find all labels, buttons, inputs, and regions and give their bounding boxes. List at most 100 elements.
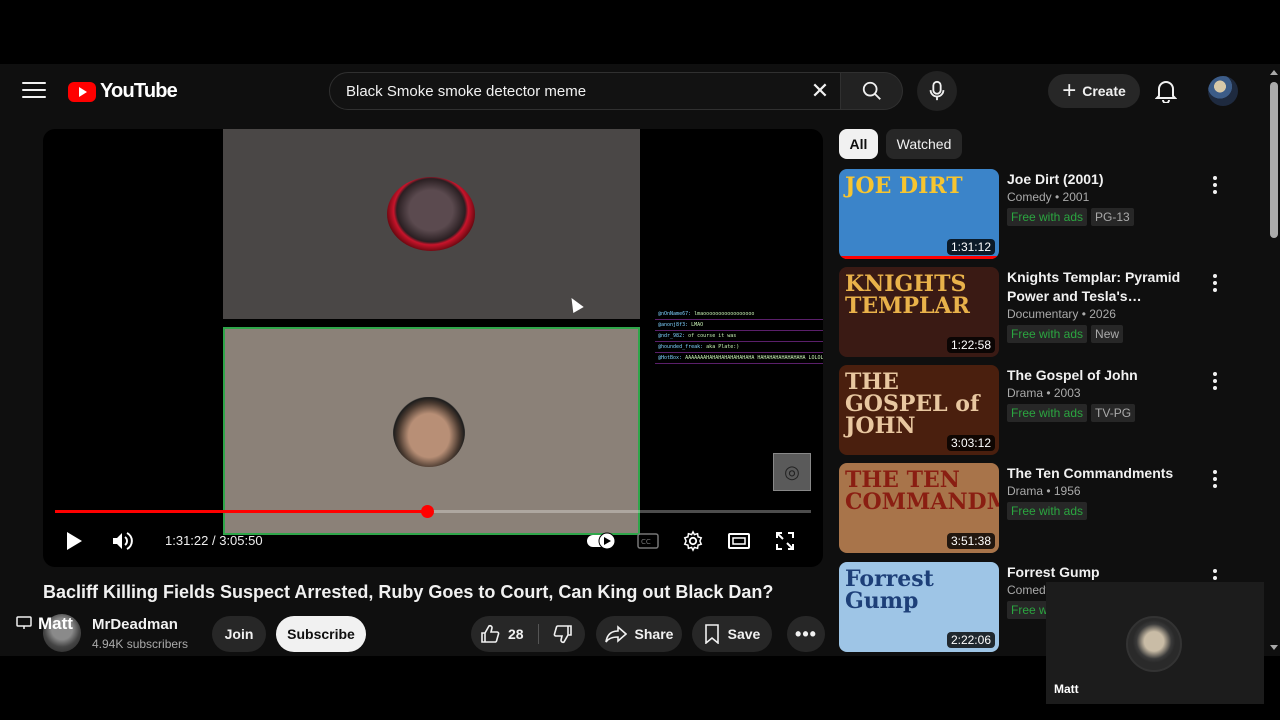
duration-badge: 3:51:38	[946, 533, 995, 549]
seek-bar-played	[55, 510, 427, 513]
page-scrollbar[interactable]	[1270, 70, 1278, 650]
like-divider	[538, 624, 539, 644]
video-thumbnail[interactable]: Forrest Gump 2:22:06	[839, 562, 999, 652]
youtube-play-icon	[68, 81, 96, 102]
stream-panel-top	[223, 129, 640, 319]
account-avatar[interactable]	[1208, 76, 1238, 106]
menu-icon[interactable]	[22, 82, 46, 100]
video-thumbnail[interactable]: THE TEN COMMANDMENTS 3:51:38	[839, 463, 999, 553]
streamer-webcam-bottom	[393, 397, 465, 467]
rating-badge: PG-13	[1091, 208, 1134, 226]
recommendation-item[interactable]: JOE DIRT 1:31:12 Joe Dirt (2001) Comedy • 2…	[839, 169, 1239, 261]
time-display: 1:31:22 / 3:05:50	[165, 533, 263, 548]
like-count: 28	[508, 626, 524, 642]
voice-search-button[interactable]	[917, 71, 957, 111]
volume-icon	[113, 532, 133, 550]
video-thumbnail[interactable]: JOE DIRT 1:31:12	[839, 169, 999, 259]
chat-message: @hounded_freak: aka Plate:)	[655, 342, 823, 353]
join-button[interactable]: Join	[212, 616, 266, 652]
search-button[interactable]	[841, 72, 903, 110]
like-button[interactable]: 28	[471, 616, 537, 652]
youtube-logo[interactable]: YouTube	[68, 80, 178, 103]
more-actions-button[interactable]: •••	[787, 616, 825, 652]
video-title: Bacliff Killing Fields Suspect Arrested,…	[43, 582, 774, 602]
captions-button[interactable]: CC	[635, 523, 661, 559]
theater-mode-button[interactable]	[725, 523, 753, 559]
channel-watermark-icon[interactable]: ◎	[773, 453, 811, 491]
rating-badge: TV-PG	[1091, 404, 1136, 422]
chat-text: LMAO	[691, 322, 704, 328]
create-label: Create	[1082, 83, 1126, 99]
clear-search-icon[interactable]: ✕	[800, 78, 840, 104]
autoplay-toggle[interactable]	[585, 523, 617, 559]
scroll-down-arrow[interactable]	[1270, 645, 1278, 650]
more-vertical-icon[interactable]	[1205, 467, 1225, 491]
chat-message: @ndr_982: of course it was	[655, 331, 823, 342]
chat-username: @hounded_freak:	[658, 344, 704, 350]
create-button[interactable]: + Create	[1048, 74, 1140, 108]
youtube-app: YouTube Black Smoke smoke detector meme …	[0, 64, 1280, 656]
save-label: Save	[727, 626, 761, 642]
chat-username: @HotBox:	[658, 355, 683, 361]
recommendation-item[interactable]: KNIGHTS TEMPLAR 1:22:58 Knights Templar: P…	[839, 267, 1239, 359]
recommendation-title[interactable]: Forrest Gump	[1007, 563, 1197, 582]
recommendation-title[interactable]: Joe Dirt (2001)	[1007, 170, 1197, 189]
recommendation-title[interactable]: Knights Templar: Pyramid Power and Tesla…	[1007, 268, 1197, 306]
recommendation-item[interactable]: THE GOSPEL of JOHN 3:03:12 The Gospel of J…	[839, 365, 1239, 457]
thumbs-down-icon	[553, 625, 572, 644]
recommendation-badges: Free with ads TV-PG	[1007, 404, 1136, 422]
more-vertical-icon[interactable]	[1205, 271, 1225, 295]
video-player[interactable]: @nOnName67: lmaooooooooooooooooo @anonj8f…	[43, 129, 823, 567]
share-button[interactable]: Share	[596, 616, 682, 652]
fullscreen-icon	[776, 532, 794, 550]
filter-chip-all[interactable]: All	[839, 129, 878, 159]
chat-message: @nOnName67: lmaooooooooooooooooo	[655, 309, 823, 320]
player-controls: 1:31:22 / 3:05:50 CC	[43, 523, 823, 559]
recommendation-title[interactable]: The Ten Commandments	[1007, 464, 1197, 483]
microphone-icon	[929, 80, 945, 101]
save-button[interactable]: Save	[692, 616, 772, 652]
notifications-bell-icon[interactable]	[1154, 79, 1178, 108]
scroll-thumb[interactable]	[1270, 82, 1278, 238]
duration-badge: 2:22:06	[946, 632, 995, 648]
search-query[interactable]: Black Smoke smoke detector meme	[346, 83, 800, 100]
svg-text:CC: CC	[641, 538, 651, 546]
volume-button[interactable]	[107, 523, 139, 559]
dislike-button[interactable]	[541, 616, 585, 652]
free-with-ads-badge: Free with ads	[1007, 502, 1088, 520]
gear-icon	[683, 530, 703, 552]
overlay-user-name: Matt	[38, 614, 73, 633]
more-vertical-icon[interactable]	[1205, 369, 1225, 393]
free-with-ads-badge: Free with ads	[1007, 325, 1088, 343]
filter-chip-watched[interactable]: Watched	[886, 129, 962, 159]
participant-card[interactable]: Matt	[1046, 582, 1264, 704]
bookmark-icon	[704, 624, 719, 644]
recommendation-badges: Free with ads PG-13	[1007, 208, 1134, 226]
chat-username: @nOnName67:	[658, 311, 692, 317]
video-thumbnail[interactable]: THE GOSPEL of JOHN 3:03:12	[839, 365, 999, 455]
more-vertical-icon[interactable]	[1205, 173, 1225, 197]
video-thumbnail[interactable]: KNIGHTS TEMPLAR 1:22:58	[839, 267, 999, 357]
recommendation-item[interactable]: THE TEN COMMANDMENTS 3:51:38 The Ten Comma…	[839, 463, 1239, 555]
thumbnail-artwork-text: Forrest Gump	[845, 566, 934, 614]
duration-badge: 3:03:12	[946, 435, 995, 451]
thumbnail-artwork-text: THE GOSPEL of JOHN	[845, 369, 980, 439]
chat-text: lmaooooooooooooooooo	[694, 311, 755, 317]
thumbnail-artwork-text: JOE DIRT	[845, 173, 963, 199]
logo-text: YouTube	[100, 80, 178, 102]
seek-bar[interactable]	[55, 505, 811, 518]
autoplay-toggle-icon	[587, 532, 616, 550]
settings-button[interactable]	[679, 523, 707, 559]
duration-badge: 1:31:12	[946, 239, 995, 255]
recommendation-meta: Comedy	[1007, 583, 1052, 597]
channel-name[interactable]: MrDeadman	[92, 616, 178, 633]
chat-message: @anonj8f3: LMAO	[655, 320, 823, 331]
scroll-up-arrow[interactable]	[1270, 70, 1278, 75]
chat-text: aka Plate:)	[706, 344, 740, 350]
recommendation-title[interactable]: The Gospel of John	[1007, 366, 1197, 385]
play-button[interactable]	[59, 523, 89, 559]
fullscreen-button[interactable]	[771, 523, 799, 559]
search-input[interactable]: Black Smoke smoke detector meme ✕	[329, 72, 841, 110]
subscribe-button[interactable]: Subscribe	[276, 616, 366, 652]
seek-bar-scrubber[interactable]	[420, 505, 434, 518]
